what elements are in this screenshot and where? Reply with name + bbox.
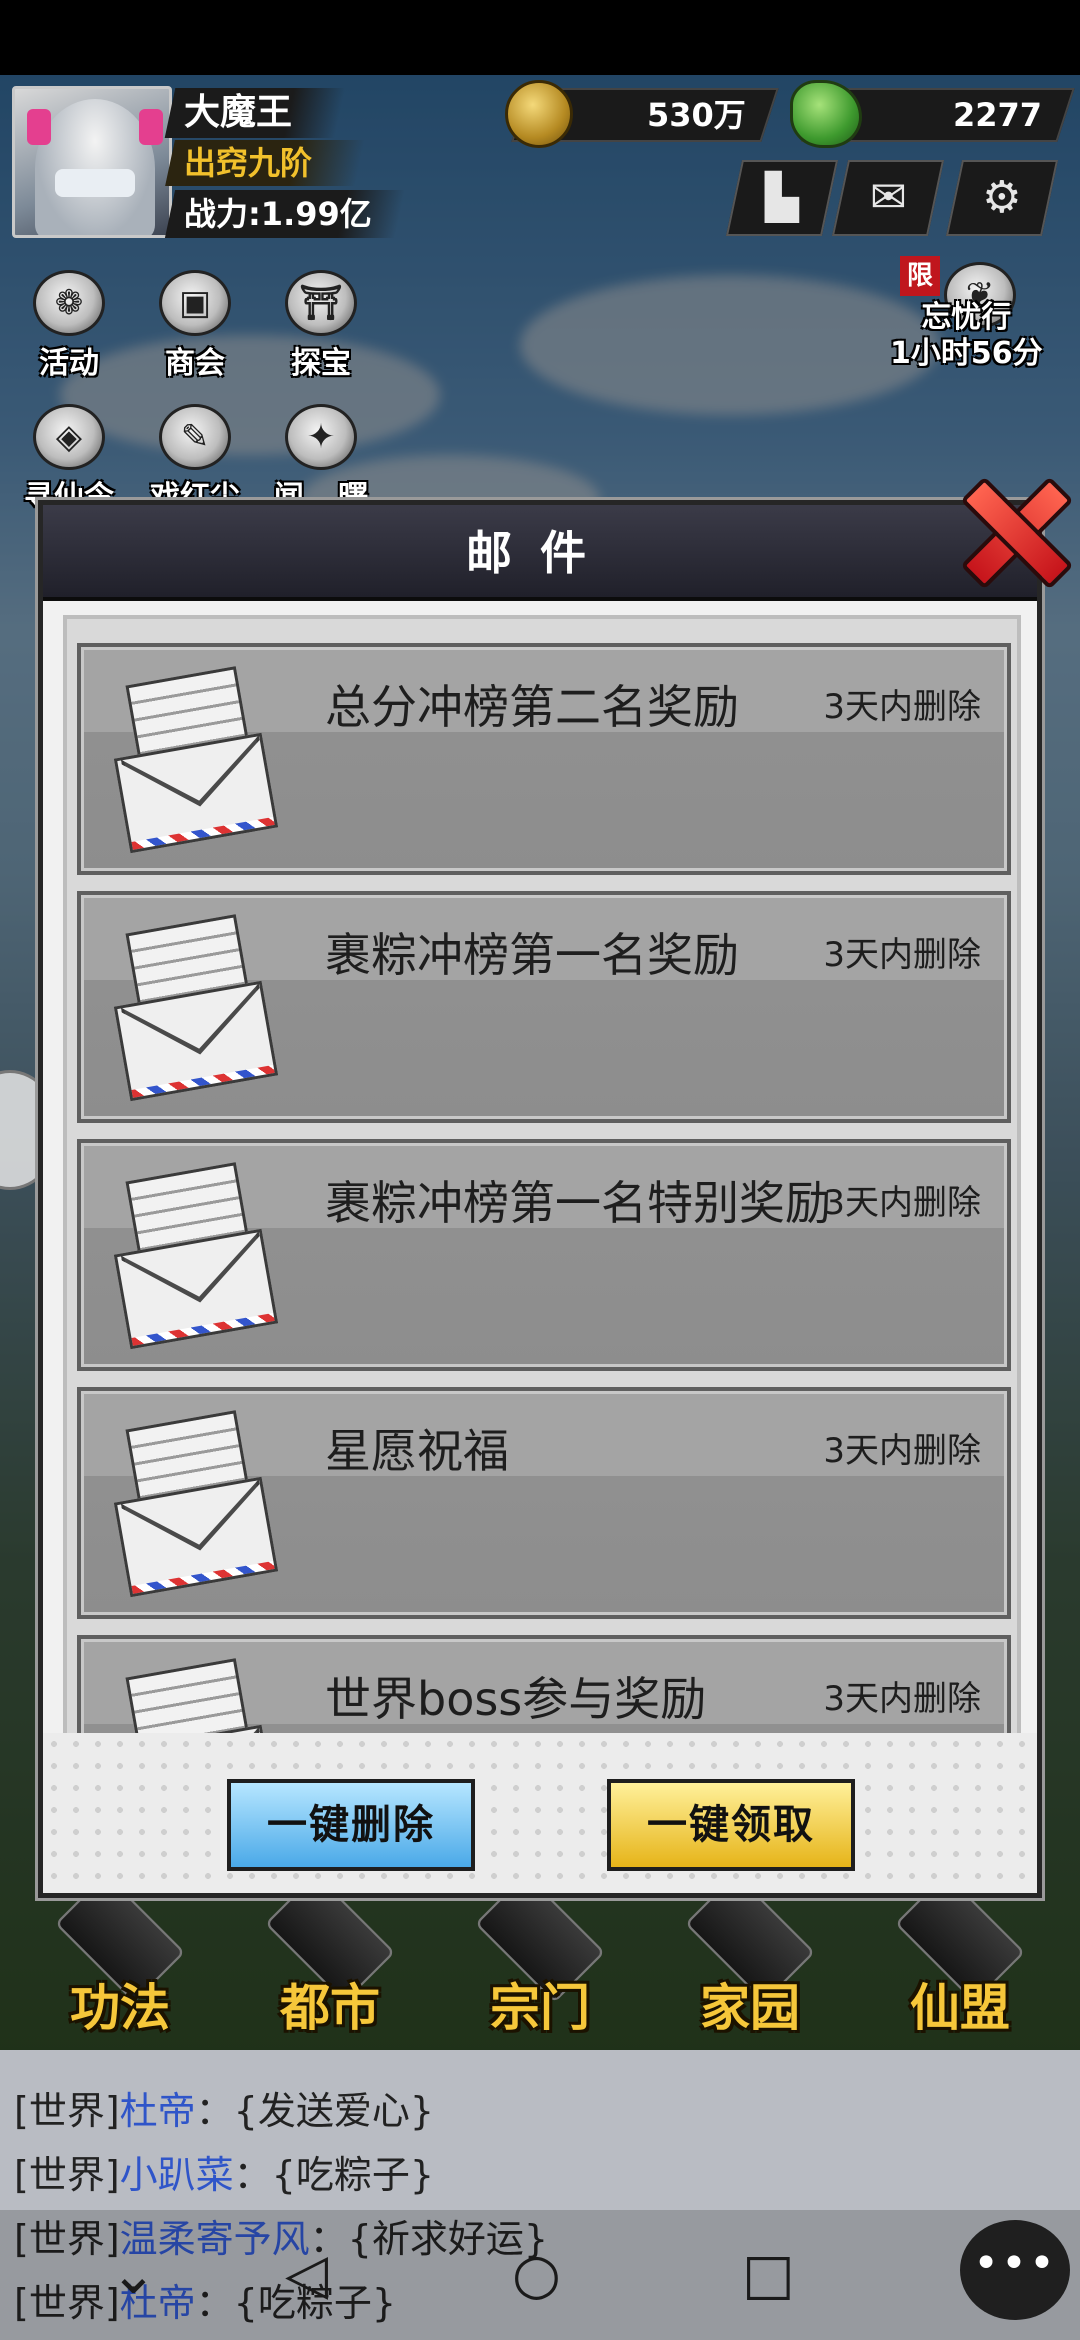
shop-icon: ▣ — [159, 270, 231, 336]
chat-line: [世界]杜帝：{发送爱心} — [14, 2089, 435, 2133]
ranking-button[interactable]: ▙ — [725, 160, 839, 236]
mail-title: 星愿祝福 — [325, 1424, 509, 1478]
back-icon[interactable]: ◁ — [285, 2245, 328, 2305]
mail-item[interactable]: 裹粽冲榜第一名奖励 3天内删除 — [77, 891, 1011, 1123]
nav-sect-label: 宗门 — [490, 1979, 590, 2037]
claim-all-button[interactable]: 一键领取 — [607, 1779, 855, 1871]
nav-home[interactable]: 家园 — [650, 1872, 850, 2040]
nav-city[interactable]: 都市 — [230, 1872, 430, 2040]
envelope-icon: ✉ — [869, 172, 907, 223]
envelope-letter-icon — [113, 666, 279, 854]
chat-line: [世界]小趴菜：{吃粽子} — [14, 2153, 435, 2197]
chat-nick[interactable]: 小趴菜 — [120, 2153, 234, 2197]
nav-city-label: 都市 — [280, 1979, 380, 2037]
event-timer: 1小时56分 — [890, 336, 1043, 371]
envelope-letter-icon — [113, 1410, 279, 1598]
gear-icon: ⚙ — [982, 172, 1022, 223]
nav-alliance[interactable]: 仙盟 — [860, 1872, 1060, 2040]
treasure-label: 探宝 — [291, 346, 351, 381]
scroll-icon: ✦ — [285, 404, 357, 470]
shop-button[interactable]: ▣ 商会 — [140, 270, 250, 382]
activity-button[interactable]: ❁ 活动 — [14, 270, 124, 382]
nav-sect[interactable]: 宗门 — [440, 1872, 640, 2040]
settings-button[interactable]: ⚙ — [945, 160, 1059, 236]
home-circle-icon[interactable]: ○ — [512, 2245, 561, 2305]
status-bar — [0, 0, 1080, 75]
bottom-nav: 功法 都市 宗门 家园 仙盟 — [0, 1872, 1080, 2050]
nav-alliance-label: 仙盟 — [910, 1979, 1010, 2037]
jade-value: 2277 — [952, 96, 1042, 134]
mail-expire: 3天内删除 — [823, 935, 981, 975]
envelope-letter-icon — [113, 1162, 279, 1350]
delete-all-button[interactable]: 一键删除 — [227, 1779, 475, 1871]
mail-item[interactable]: 裹粽冲榜第一名特别奖励 3天内删除 — [77, 1139, 1011, 1371]
mail-title: 裹粽冲榜第一名奖励 — [325, 928, 739, 982]
envelope-letter-icon — [113, 1658, 279, 1733]
mail-dialog: 邮件 总分冲榜第二名奖励 3天内删除 裹粽冲榜第一名奖励 3天内删除 裹粽冲榜第… — [38, 500, 1042, 1898]
mail-item[interactable]: 总分冲榜第二名奖励 3天内删除 — [77, 643, 1011, 875]
shop-label: 商会 — [165, 346, 225, 381]
event-name: 忘忧行 — [921, 300, 1012, 335]
mail-expire: 3天内删除 — [823, 1183, 981, 1223]
mail-expire: 3天内删除 — [823, 1679, 981, 1719]
coin-value: 530万 — [647, 96, 746, 134]
podium-icon: ▙ — [765, 172, 799, 223]
gate-icon: ⛩ — [285, 270, 357, 336]
nav-skills-label: 功法 — [70, 1979, 170, 2037]
nav-home-label: 家园 — [700, 1979, 800, 2037]
mail-expire: 3天内删除 — [823, 687, 981, 727]
player-rank: 出窍九阶 — [165, 140, 365, 186]
dialog-footer: 一键删除 一键领取 — [43, 1733, 1037, 1893]
treasure-button[interactable]: ⛩ 探宝 — [266, 270, 376, 382]
mail-item[interactable]: 星愿祝福 3天内删除 — [77, 1387, 1011, 1619]
brush-icon: ✎ — [159, 404, 231, 470]
mail-title: 总分冲榜第二名奖励 — [325, 680, 739, 734]
mail-title: 世界boss参与奖励 — [325, 1672, 707, 1726]
close-icon[interactable] — [948, 464, 1078, 594]
envelope-letter-icon — [113, 914, 279, 1102]
mail-item[interactable]: 世界boss参与奖励 3天内删除 — [77, 1635, 1011, 1733]
player-avatar[interactable] — [12, 86, 172, 238]
activity-label: 活动 — [39, 346, 99, 381]
collapse-icon[interactable]: ⌄ — [110, 2245, 157, 2305]
mail-list[interactable]: 总分冲榜第二名奖励 3天内删除 裹粽冲榜第一名奖励 3天内删除 裹粽冲榜第一名特… — [63, 615, 1021, 1737]
recents-icon[interactable]: □ — [742, 2245, 795, 2305]
mail-button[interactable]: ✉ — [831, 160, 945, 236]
nav-skills[interactable]: 功法 — [20, 1872, 220, 2040]
token-icon: ◈ — [33, 404, 105, 470]
mail-title: 裹粽冲榜第一名特别奖励 — [325, 1176, 831, 1230]
event-info: 忘忧行 1小时56分 — [890, 300, 1043, 372]
coin-icon — [505, 80, 573, 148]
player-power: 战力:1.99亿 — [164, 190, 406, 238]
dialog-title: 邮件 — [43, 505, 1037, 601]
mail-expire: 3天内删除 — [823, 1431, 981, 1471]
balloon-icon: ❁ — [33, 270, 105, 336]
chat-nick[interactable]: 杜帝 — [120, 2089, 196, 2133]
chat-bubble-icon[interactable]: ••• — [960, 2220, 1070, 2320]
player-name: 大魔王 — [164, 88, 346, 138]
